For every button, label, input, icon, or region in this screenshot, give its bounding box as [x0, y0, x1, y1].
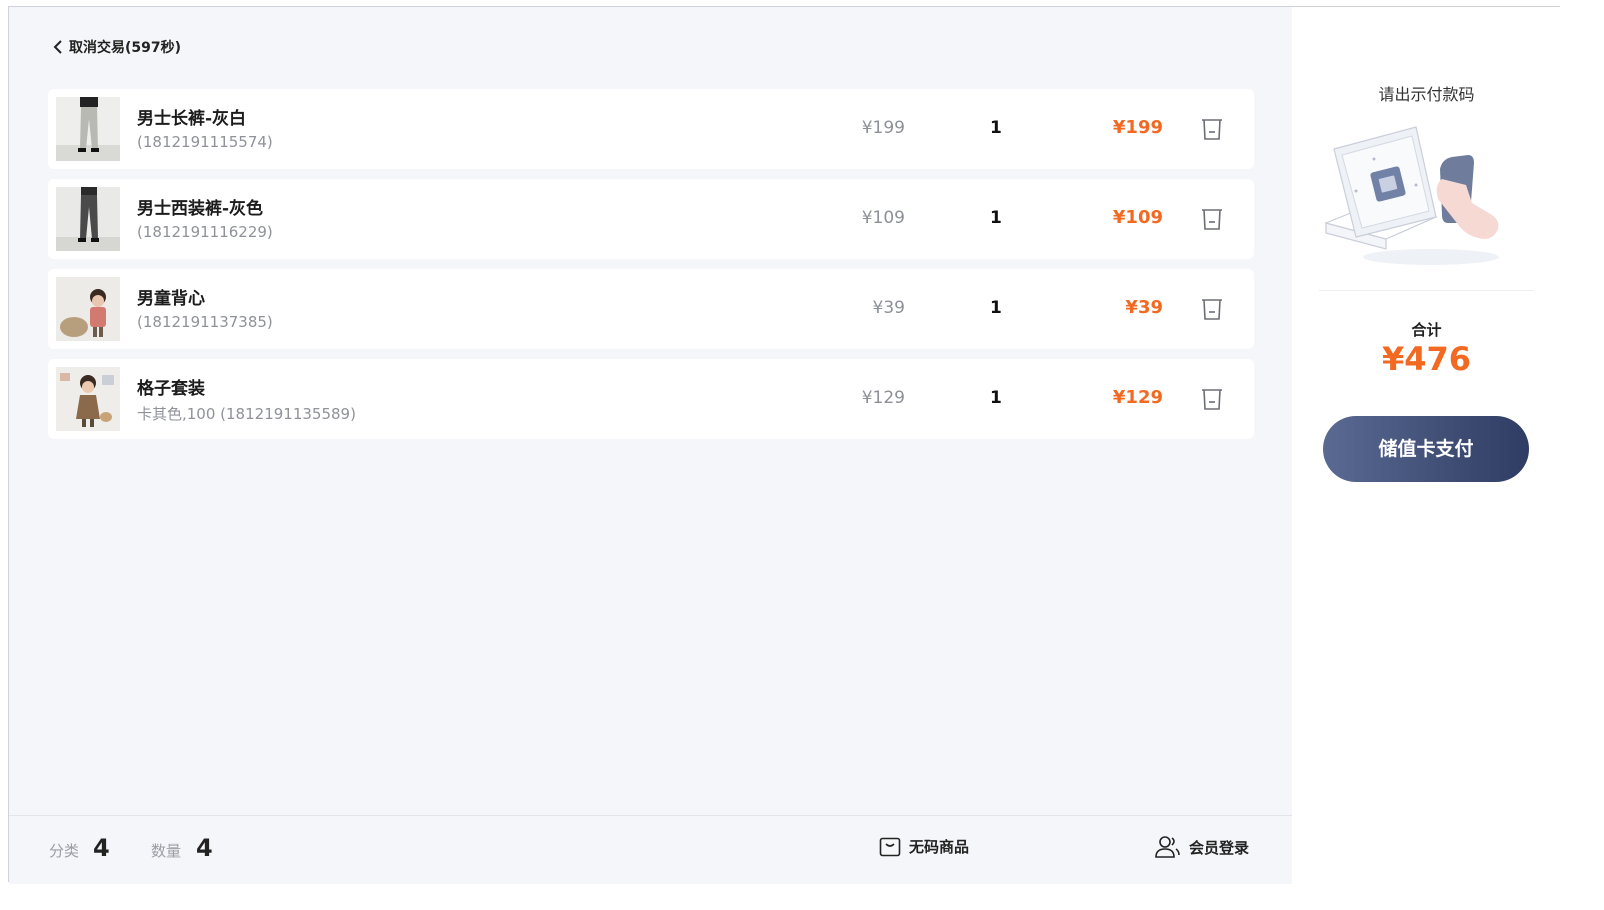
- line-amount: ¥109: [1112, 207, 1163, 228]
- member-login-button[interactable]: 会员登录: [1155, 836, 1249, 858]
- product-code: (1812191115574): [137, 133, 273, 151]
- scan-terminal-illustration: [1324, 126, 1499, 265]
- trash-icon[interactable]: [1201, 297, 1223, 321]
- category-label: 分类: [49, 842, 80, 860]
- trash-icon[interactable]: [1201, 387, 1223, 411]
- cancel-transaction-label: 取消交易(597秒): [69, 40, 182, 56]
- cancel-transaction-button[interactable]: 取消交易(597秒): [53, 37, 181, 57]
- product-image: [56, 97, 120, 161]
- member-login-label: 会员登录: [1189, 838, 1250, 857]
- no-barcode-item-button[interactable]: 无码商品: [879, 836, 969, 857]
- product-spec: 卡其色,100 (1812191135589): [137, 405, 356, 423]
- panel-divider: [1319, 290, 1534, 291]
- category-count: 4: [93, 834, 110, 862]
- cart-item-list: 男士长裤-灰白 (1812191115574) ¥199 1 ¥199 男士西装…: [48, 89, 1254, 449]
- no-barcode-item-label: 无码商品: [909, 838, 970, 856]
- unit-price: ¥109: [861, 208, 905, 228]
- total-label: 合计: [1411, 321, 1442, 339]
- product-name: 男士西装裤-灰色: [137, 199, 264, 219]
- unit-price: ¥39: [872, 298, 905, 318]
- pos-window: 取消交易(597秒) 男士长裤-灰白 (1812191115574) ¥199 …: [8, 6, 1561, 884]
- item-quantity: 1: [990, 208, 1002, 228]
- product-image: [56, 187, 120, 251]
- item-quantity: 1: [990, 298, 1002, 318]
- cart-item[interactable]: 男士长裤-灰白 (1812191115574) ¥199 1 ¥199: [48, 89, 1254, 169]
- line-amount: ¥199: [1112, 117, 1163, 138]
- unit-price: ¥199: [861, 118, 905, 138]
- product-image: [56, 277, 120, 341]
- quantity-label: 数量: [151, 842, 182, 860]
- product-name: 格子套装: [137, 379, 205, 399]
- unit-price: ¥129: [861, 388, 905, 408]
- product-code: (1812191137385): [137, 313, 273, 331]
- payment-prompt: 请出示付款码: [1378, 85, 1475, 104]
- cart-panel: 取消交易(597秒) 男士长裤-灰白 (1812191115574) ¥199 …: [9, 7, 1292, 884]
- trash-icon[interactable]: [1201, 117, 1223, 141]
- payment-panel: 请出示付款码 合计 ¥476 储值卡支付: [1292, 7, 1561, 883]
- cart-item[interactable]: 男童背心 (1812191137385) ¥39 1 ¥39: [48, 269, 1254, 349]
- product-name: 男童背心: [137, 289, 205, 309]
- item-quantity: 1: [990, 118, 1002, 138]
- total-amount: ¥476: [1381, 340, 1472, 378]
- package-icon: [879, 837, 901, 856]
- cart-item[interactable]: 格子套装 卡其色,100 (1812191135589) ¥129 1 ¥129: [48, 359, 1254, 439]
- stored-value-card-pay-button[interactable]: 储值卡支付: [1323, 416, 1529, 482]
- line-amount: ¥129: [1112, 387, 1163, 408]
- chevron-left-icon: [53, 40, 62, 54]
- user-icon: [1155, 836, 1180, 858]
- product-name: 男士长裤-灰白: [137, 109, 247, 129]
- cart-summary-bar: 分类 4 数量 4 无码商品 会员登录: [9, 815, 1292, 884]
- product-code: (1812191116229): [137, 223, 273, 241]
- quantity-count: 4: [196, 834, 213, 862]
- cart-item[interactable]: 男士西装裤-灰色 (1812191116229) ¥109 1 ¥109: [48, 179, 1254, 259]
- item-quantity: 1: [990, 388, 1002, 408]
- line-amount: ¥39: [1125, 297, 1163, 318]
- trash-icon[interactable]: [1201, 207, 1223, 231]
- product-image: [56, 367, 120, 431]
